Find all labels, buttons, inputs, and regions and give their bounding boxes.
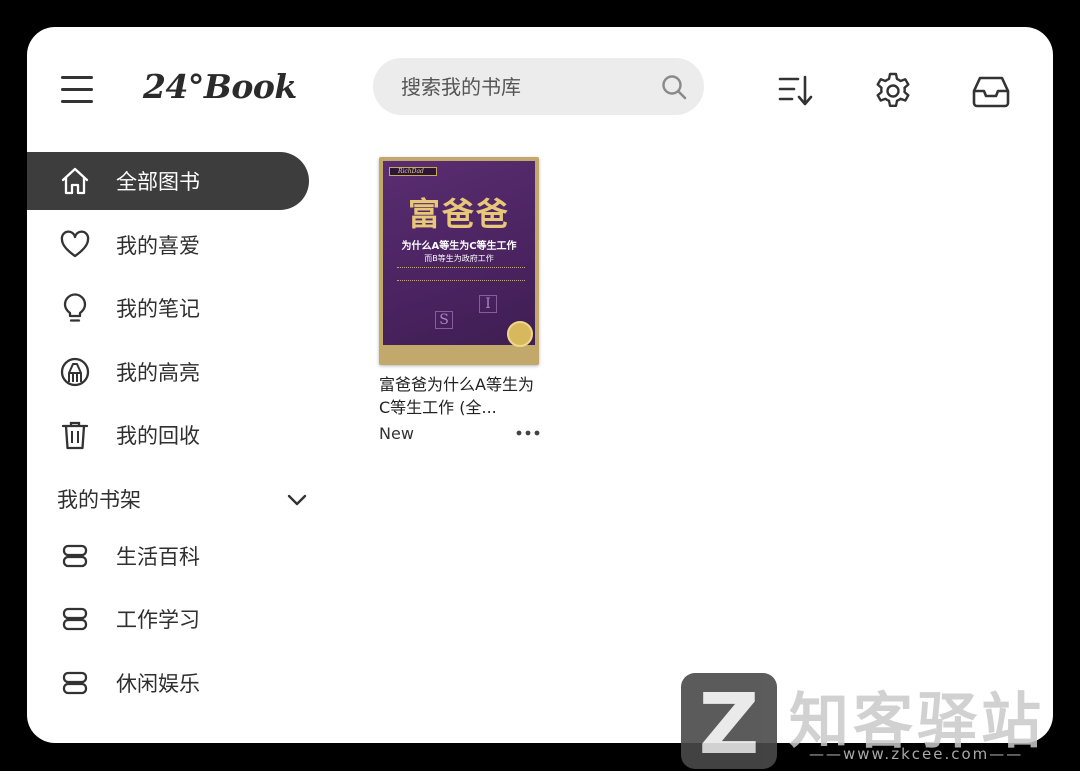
book-meta: New bbox=[379, 422, 541, 446]
sidebar-item-shelf-work[interactable]: 工作学习 bbox=[27, 590, 309, 648]
sidebar-item-label: 工作学习 bbox=[116, 608, 200, 632]
cover-panel: RichDad 富爸爸 为什么A等生为C等生工作 而B等生为政府工作 S I bbox=[383, 161, 535, 347]
watermark: Z 知客驿站 ——www.zkcee.com—— bbox=[681, 673, 1080, 771]
app-logo: 24°Book bbox=[143, 67, 297, 106]
sidebar-item-label: 我的高亮 bbox=[116, 361, 200, 385]
menu-icon-bar bbox=[61, 88, 93, 91]
watermark-logo: Z bbox=[681, 673, 777, 771]
heart-icon bbox=[60, 230, 90, 258]
shelf-icon bbox=[62, 671, 88, 695]
sort-icon[interactable] bbox=[776, 71, 816, 111]
shelf-icon bbox=[62, 607, 88, 631]
cover-subtitle-2: 而B等生为政府工作 bbox=[424, 254, 494, 263]
cover-letter-box: I bbox=[479, 295, 497, 313]
trash-icon bbox=[61, 421, 89, 450]
more-options-icon[interactable] bbox=[515, 422, 541, 444]
book-title[interactable]: 富爸爸为什么A等生为C等生工作 (全... bbox=[379, 373, 539, 419]
sidebar-item-label: 我的喜爱 bbox=[116, 234, 200, 258]
cover-title: 富爸爸 bbox=[407, 195, 510, 233]
cover-footer-band bbox=[389, 347, 529, 361]
sidebar-item-trash[interactable]: 我的回收 bbox=[27, 406, 309, 464]
menu-button[interactable] bbox=[61, 76, 95, 104]
sidebar-item-notes[interactable]: 我的笔记 bbox=[27, 279, 309, 337]
sidebar-item-label: 我的笔记 bbox=[116, 297, 200, 321]
cover-fine-print bbox=[397, 267, 525, 281]
app-window: 24°Book 全部图书 我的喜爱 bbox=[27, 27, 1053, 743]
watermark-url: ——www.zkcee.com—— bbox=[809, 745, 1024, 763]
home-icon bbox=[61, 167, 89, 195]
watermark-logo-letter: Z bbox=[698, 675, 760, 771]
inbox-icon[interactable] bbox=[971, 71, 1011, 111]
lightbulb-icon bbox=[63, 293, 87, 322]
search-bar[interactable] bbox=[373, 58, 704, 115]
sidebar-item-label: 我的回收 bbox=[116, 424, 200, 448]
shelf-icon bbox=[62, 544, 88, 568]
sidebar-item-label: 生活百科 bbox=[116, 545, 200, 569]
cover-letter-box: S bbox=[435, 311, 453, 329]
sidebar-item-all-books[interactable]: 全部图书 bbox=[27, 152, 309, 210]
sidebar-item-highlights[interactable]: 我的高亮 bbox=[27, 343, 309, 401]
sidebar-item-shelf-life[interactable]: 生活百科 bbox=[27, 527, 309, 585]
menu-icon-bar bbox=[61, 100, 93, 103]
highlighter-icon bbox=[60, 357, 90, 387]
search-icon[interactable] bbox=[660, 73, 688, 101]
sidebar-item-favorites[interactable]: 我的喜爱 bbox=[27, 216, 309, 274]
sidebar-item-shelf-leisure[interactable]: 休闲娱乐 bbox=[27, 654, 309, 712]
book-card[interactable]: RichDad 富爸爸 为什么A等生为C等生工作 而B等生为政府工作 S I 富… bbox=[379, 157, 541, 446]
search-input[interactable] bbox=[401, 72, 641, 102]
cover-brand: RichDad bbox=[389, 167, 437, 176]
cover-seal bbox=[507, 321, 533, 347]
book-cover[interactable]: RichDad 富爸爸 为什么A等生为C等生工作 而B等生为政府工作 S I bbox=[379, 157, 539, 365]
cover-subtitle: 为什么A等生为C等生工作 bbox=[401, 241, 517, 252]
sidebar-item-label: 全部图书 bbox=[116, 170, 200, 194]
book-status: New bbox=[379, 424, 414, 443]
shelf-section-title: 我的书架 bbox=[57, 488, 141, 512]
shelf-section-toggle[interactable]: 我的书架 bbox=[57, 482, 309, 516]
sidebar-item-label: 休闲娱乐 bbox=[116, 672, 200, 696]
gear-icon[interactable] bbox=[873, 71, 913, 111]
chevron-down-icon[interactable] bbox=[285, 488, 309, 512]
menu-icon-bar bbox=[61, 76, 93, 79]
